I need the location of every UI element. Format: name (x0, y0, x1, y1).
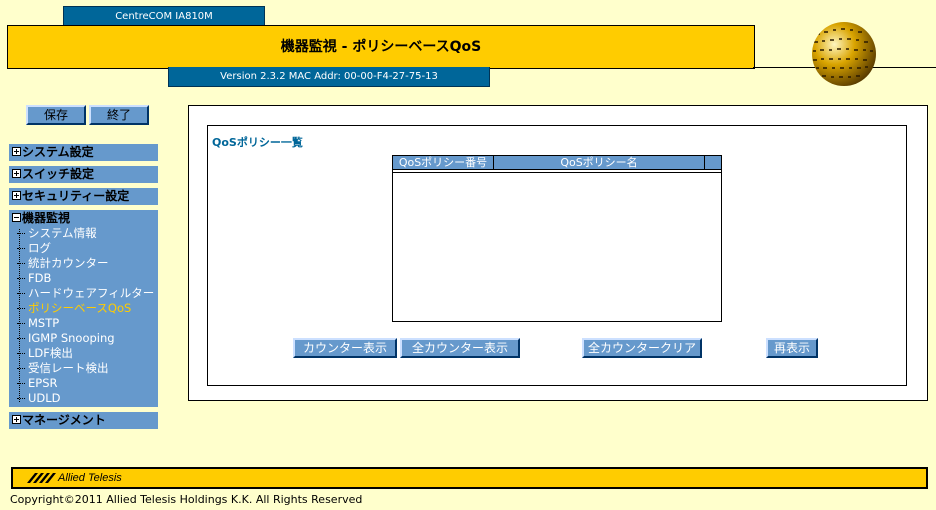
submenu-log[interactable]: ログ (17, 241, 51, 256)
submenu-statistics-counter[interactable]: 統計カウンター (17, 256, 109, 271)
expand-plus-icon (12, 191, 21, 200)
submenu-receive-rate-detection[interactable]: 受信レート検出 (17, 361, 109, 376)
submenu-fdb[interactable]: FDB (17, 271, 51, 286)
menu-label: スイッチ設定 (22, 167, 95, 181)
expand-plus-icon (12, 169, 21, 178)
model-tab: CentreCOM IA810M (63, 6, 265, 26)
menu-label: マネージメント (22, 413, 106, 427)
menu-label: セキュリティー設定 (22, 189, 130, 203)
collapse-minus-icon (12, 213, 21, 222)
save-button[interactable]: 保存 (26, 105, 86, 125)
version-info: Version 2.3.2 MAC Addr: 00-00-F4-27-75-1… (168, 67, 490, 87)
menu-security-settings[interactable]: セキュリティー設定 (9, 188, 158, 205)
submenu-mstp[interactable]: MSTP (17, 316, 59, 331)
exit-button[interactable]: 終了 (89, 105, 149, 125)
refresh-button[interactable]: 再表示 (766, 338, 818, 358)
submenu-igmp-snooping[interactable]: IGMP Snooping (17, 331, 115, 346)
submenu-ldf-detection[interactable]: LDF検出 (17, 346, 73, 361)
expand-plus-icon (12, 415, 21, 424)
menu-label: システム設定 (22, 145, 94, 159)
submenu-hardware-filter[interactable]: ハードウェアフィルター (17, 286, 154, 301)
submenu-policy-based-qos[interactable]: ポリシーベースQoS (17, 301, 131, 316)
brand-name: Allied Telesis (58, 472, 122, 484)
allied-telesis-logo-icon (27, 473, 56, 483)
column-header-policy-number: QoSポリシー番号 (393, 156, 494, 169)
all-counter-display-button[interactable]: 全カウンター表示 (400, 338, 520, 358)
menu-label: 機器監視 (22, 211, 71, 225)
menu-switch-settings[interactable]: スイッチ設定 (9, 166, 158, 183)
column-header-policy-name: QoSポリシー名 (494, 156, 705, 169)
menu-device-monitoring[interactable]: 機器監視 (9, 210, 158, 227)
counter-display-button[interactable]: カウンター表示 (293, 338, 397, 358)
submenu-udld[interactable]: UDLD (17, 391, 61, 406)
submenu-system-info[interactable]: システム情報 (17, 226, 97, 241)
section-title: QoSポリシー一覧 (212, 136, 303, 149)
copyright-text: Copyright©2011 Allied Telesis Holdings K… (10, 493, 363, 506)
all-counter-clear-button[interactable]: 全カウンタークリア (582, 338, 702, 358)
expand-plus-icon (12, 147, 21, 156)
page-title: 機器監視 - ポリシーベースQoS (7, 25, 755, 69)
table-divider (392, 172, 722, 173)
policy-table-header: QoSポリシー番号 QoSポリシー名 (392, 155, 722, 170)
policy-table-body[interactable] (392, 170, 722, 322)
menu-management[interactable]: マネージメント (9, 412, 158, 429)
menu-system-settings[interactable]: システム設定 (9, 144, 158, 161)
globe-logo-icon (812, 22, 876, 86)
footer-bar (11, 467, 928, 489)
submenu-epsr[interactable]: EPSR (17, 376, 58, 391)
